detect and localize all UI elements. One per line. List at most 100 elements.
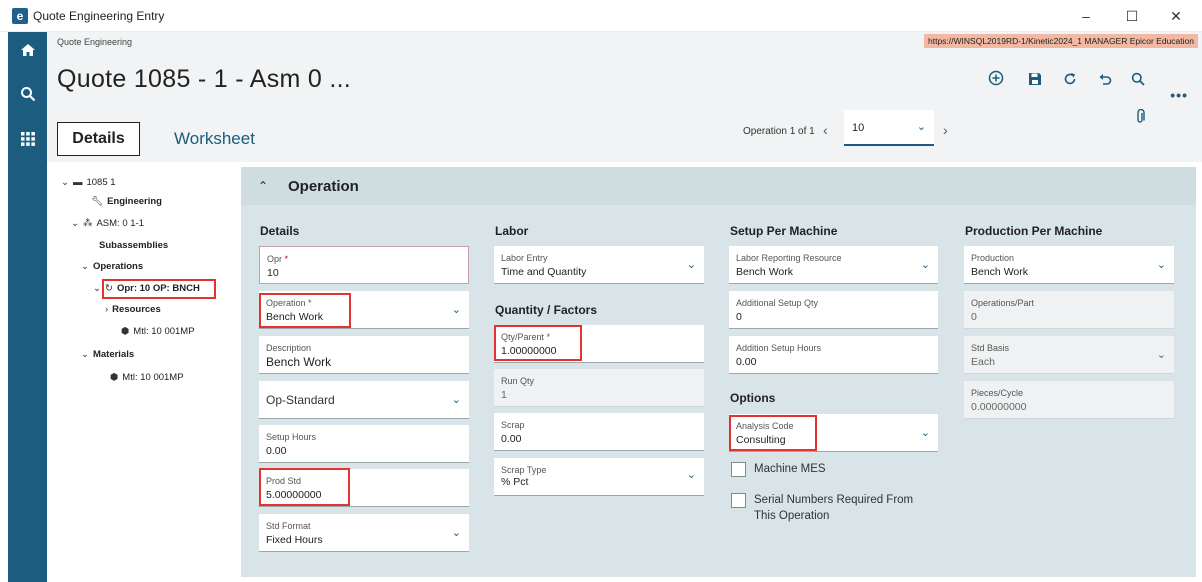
tree-node-label: Materials <box>92 349 135 360</box>
tree-node-resources[interactable]: › Resources <box>105 304 161 315</box>
search-record-icon[interactable] <box>1126 70 1150 94</box>
tree-node-engineering[interactable]: 🔧︎ Engineering <box>91 196 162 207</box>
apps-grid-icon[interactable] <box>8 128 47 156</box>
tree-node-subassemblies[interactable]: Subassemblies <box>99 240 168 251</box>
options-heading: Options <box>730 391 776 405</box>
previous-record-button[interactable]: ‹ <box>823 122 828 138</box>
pieces-per-cycle-value: 0.00000000 <box>971 401 1027 413</box>
production-value: Bench Work <box>971 266 1028 278</box>
chevron-down-icon: ⌄ <box>686 259 696 271</box>
operation-icon: ↻ <box>104 283 113 294</box>
tree-node-label: Opr: 10 OP: BNCH <box>116 283 200 294</box>
maximize-button[interactable]: ☐ <box>1117 4 1147 28</box>
labor-reporting-resource-select[interactable]: Labor Reporting Resource Bench Work ⌄ <box>729 246 938 284</box>
opr-value: 10 <box>267 267 279 279</box>
op-standard-placeholder: Op-Standard <box>266 393 335 407</box>
serial-numbers-label-line1: Serial Numbers Required From <box>754 494 914 506</box>
scrap-field[interactable]: Scrap 0.00 <box>494 413 704 451</box>
setup-hours-label: Setup Hours <box>266 432 317 442</box>
analysis-code-highlight <box>729 415 817 451</box>
undo-icon[interactable] <box>1093 70 1117 94</box>
operations-per-part-label: Operations/Part <box>971 298 1035 308</box>
labor-heading: Labor <box>495 224 529 238</box>
scrap-type-select[interactable]: Scrap Type % Pct ⌄ <box>494 458 704 496</box>
opr-label-text: Opr <box>267 254 283 264</box>
chevron-right-icon: › <box>105 304 109 315</box>
close-button[interactable]: ✕ <box>1161 4 1191 28</box>
operations-per-part-field: Operations/Part 0 <box>964 291 1174 329</box>
chevron-down-icon: ⌄ <box>1156 349 1166 361</box>
tree-node-root[interactable]: ⌄ ▬ 1085 1 <box>61 177 116 188</box>
setup-hours-field[interactable]: Setup Hours 0.00 <box>259 425 469 463</box>
labor-reporting-resource-value: Bench Work <box>736 266 793 278</box>
breadcrumb[interactable]: Quote Engineering <box>57 37 132 47</box>
attachment-icon[interactable] <box>1134 108 1146 128</box>
std-basis-select: Std Basis Each ⌄ <box>964 336 1174 374</box>
chevron-down-icon: ⌄ <box>1156 259 1166 271</box>
folder-icon: ▬ <box>72 177 83 188</box>
machine-mes-checkbox[interactable] <box>731 462 746 477</box>
record-select[interactable]: 10 ⌄ <box>844 110 934 146</box>
serial-numbers-checkbox[interactable] <box>731 493 746 508</box>
tab-details[interactable]: Details <box>57 122 140 156</box>
prod-std-highlight <box>259 468 350 506</box>
tree-node-opr[interactable]: ⌄ ↻ Opr: 10 OP: BNCH <box>93 283 200 294</box>
tree-node-label: Mtl: 10 001MP <box>133 326 195 337</box>
add-new-icon[interactable] <box>984 70 1008 94</box>
description-label: Description <box>266 343 312 353</box>
app-window: e Quote Engineering Entry – ☐ ✕ Quote En… <box>0 0 1202 582</box>
record-position: Operation 1 of 1 <box>743 126 815 137</box>
operations-per-part-value: 0 <box>971 311 977 323</box>
description-value: Bench Work <box>266 355 332 369</box>
opr-field[interactable]: Opr * 10 <box>259 246 469 284</box>
page-title: Quote 1085 - 1 - Asm 0 ... <box>57 65 352 93</box>
details-heading: Details <box>260 224 300 238</box>
environment-badge: https://WINSQL2019RD-1/Kinetic2024_1 MAN… <box>924 34 1198 48</box>
tree-node-resource-material[interactable]: ⬢ Mtl: 10 001MP <box>121 326 195 337</box>
chevron-up-icon: ⌃ <box>258 179 269 193</box>
scrap-label: Scrap <box>501 420 525 430</box>
tree-node-asm[interactable]: ⌄ ⁂ ASM: 0 1-1 <box>71 218 144 229</box>
addition-setup-hours-label: Addition Setup Hours <box>736 343 822 353</box>
title-bar: e Quote Engineering Entry – ☐ ✕ <box>0 0 1202 32</box>
chevron-down-icon: ⌄ <box>920 259 930 271</box>
addition-setup-hours-value: 0.00 <box>736 356 757 368</box>
more-options-icon[interactable]: ••• <box>1170 87 1188 103</box>
tree-node-label: Engineering <box>107 196 162 207</box>
search-icon[interactable] <box>8 84 47 112</box>
page-header: Quote Engineering https://WINSQL2019RD-1… <box>47 32 1202 162</box>
tree-node-label: ASM: 0 1-1 <box>96 218 144 229</box>
refresh-icon[interactable] <box>1058 70 1082 94</box>
tree-panel: ⌄ ▬ 1085 1 🔧︎ Engineering ⌄ ⁂ ASM: 0 1-1 Suba… <box>47 162 235 582</box>
description-field[interactable]: Description Bench Work <box>259 336 469 374</box>
labor-entry-select[interactable]: Labor Entry Time and Quantity ⌄ <box>494 246 704 284</box>
op-standard-select[interactable]: Op-Standard ⌄ <box>259 381 469 419</box>
tree-node-material[interactable]: ⬢ Mtl: 10 001MP <box>110 372 184 383</box>
minimize-button[interactable]: – <box>1071 4 1101 28</box>
main-content: ⌃ Operation Details Opr * 10 Operation *… <box>235 162 1202 582</box>
run-qty-value: 1 <box>501 389 507 401</box>
std-format-select[interactable]: Std Format Fixed Hours ⌄ <box>259 514 469 552</box>
tab-worksheet[interactable]: Worksheet <box>174 129 255 149</box>
machine-mes-label: Machine MES <box>754 463 826 475</box>
production-per-machine-heading: Production Per Machine <box>965 224 1103 238</box>
operation-highlight <box>259 293 351 328</box>
operation-panel-header[interactable]: ⌃ Operation <box>241 167 1196 205</box>
chevron-down-icon: ⌄ <box>920 427 930 439</box>
additional-setup-qty-field[interactable]: Additional Setup Qty 0 <box>729 291 938 329</box>
std-format-label: Std Format <box>266 521 311 531</box>
tree-node-operations[interactable]: ⌄ Operations <box>81 261 143 272</box>
home-icon[interactable] <box>8 40 47 68</box>
chevron-down-icon: ⌄ <box>93 283 101 294</box>
production-select[interactable]: Production Bench Work ⌄ <box>964 246 1174 284</box>
next-record-button[interactable]: › <box>943 122 948 138</box>
tree-node-materials[interactable]: ⌄ Materials <box>81 349 134 360</box>
save-icon[interactable] <box>1023 70 1047 94</box>
qty-parent-highlight <box>494 325 582 361</box>
operation-panel: ⌃ Operation Details Opr * 10 Operation *… <box>241 167 1196 577</box>
quantity-factors-heading: Quantity / Factors <box>495 303 598 317</box>
addition-setup-hours-field[interactable]: Addition Setup Hours 0.00 <box>729 336 938 374</box>
assembly-icon: ⁂ <box>82 218 93 229</box>
chevron-down-icon: ⌄ <box>686 469 696 481</box>
material-hexagon-icon: ⬢ <box>121 326 130 337</box>
